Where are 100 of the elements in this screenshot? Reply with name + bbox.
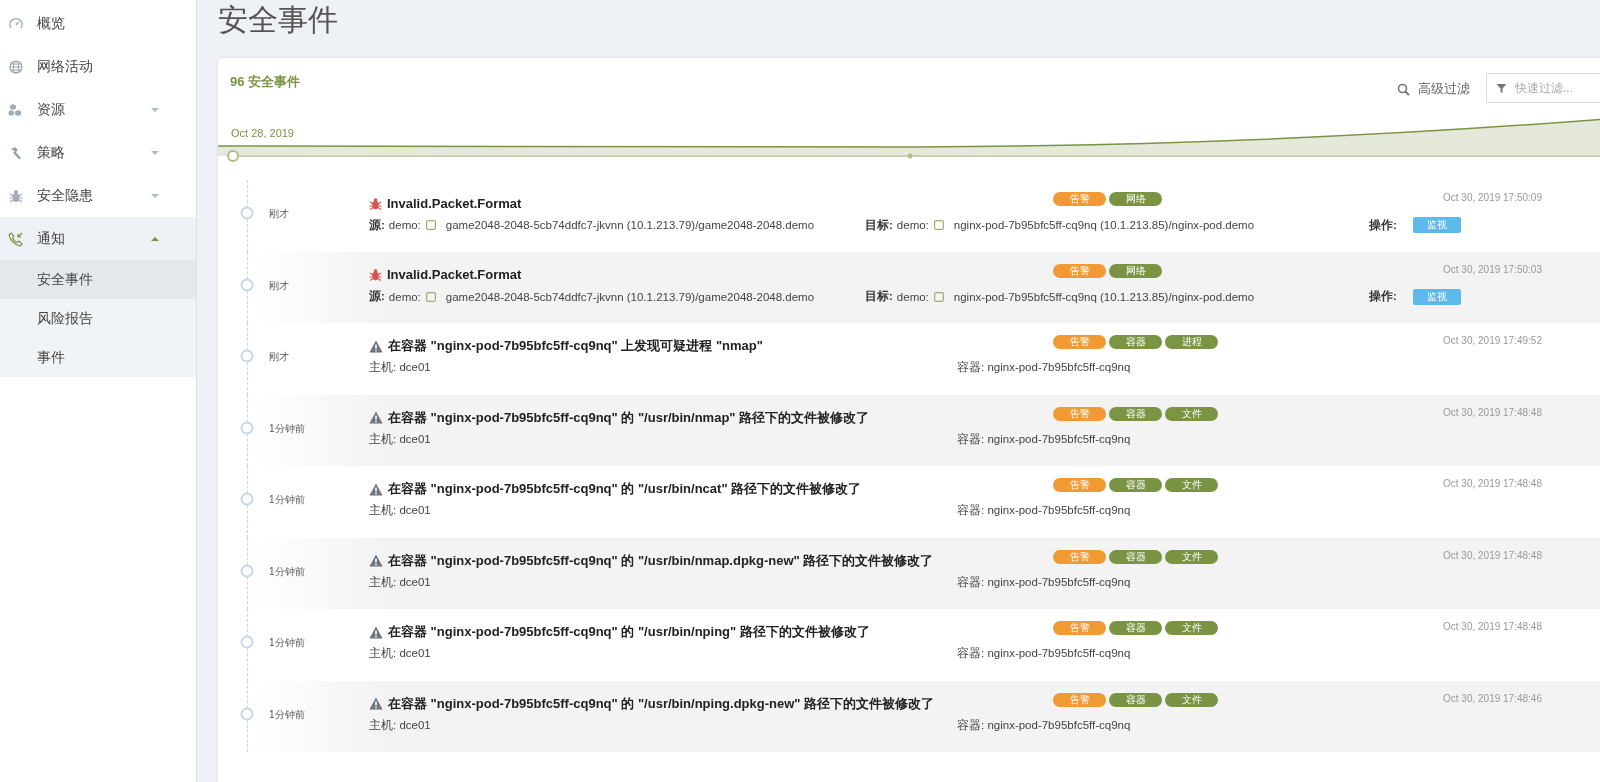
timeline-dot — [240, 706, 254, 721]
timeline-dot — [240, 635, 254, 649]
event-title: 在容器 "nginx-pod-7b95bfc5ff-cq9nq" 的 "/usr/bin/nmap" 路径下的文件被修改了 — [388, 408, 870, 427]
source-value: game2048-2048-5cb74ddfc7-jkvnn (10.1.213.79)/game2048-2048.demo — [445, 290, 815, 303]
bug-icon — [8, 187, 24, 204]
cubes-icon — [8, 101, 24, 118]
tag: 网络 — [1109, 263, 1162, 278]
nav-item[interactable]: 策略 — [0, 131, 196, 174]
namespace-label: demo: — [896, 290, 929, 303]
nav-item[interactable]: 通知 — [0, 217, 196, 260]
caret-icon — [150, 148, 160, 157]
namespace-label: demo: — [388, 290, 421, 303]
tag: 容器 — [1109, 621, 1162, 635]
target-label: 目标: — [865, 289, 893, 304]
event-title: 在容器 "nginx-pod-7b95bfc5ff-cq9nq" 的 "/usr/bin/ncat" 路径下的文件被修改了 — [388, 480, 862, 498]
target-label: 目标: — [865, 217, 893, 233]
tag: 文件 — [1165, 406, 1218, 421]
timeline-dot — [240, 563, 254, 578]
target-value: nginx-pod-7b95bfc5ff-cq9nq (10.1.213.85)/nginx-pod.demo — [953, 290, 1255, 303]
time-ago: 1分钟前 — [269, 564, 306, 579]
caret-icon — [150, 105, 160, 114]
tag: 告警 — [1053, 192, 1106, 206]
namespace-label: demo: — [896, 219, 929, 231]
warning-icon — [369, 339, 383, 353]
time-ago: 1分钟前 — [269, 707, 306, 722]
warning-icon — [369, 625, 383, 639]
timestamp: Oct 30, 2019 17:50:03 — [1443, 263, 1542, 277]
tag: 网络 — [1109, 192, 1162, 206]
advanced-filter-link[interactable]: 高级过滤 — [1397, 80, 1470, 98]
host-info: 主机: dce01 — [369, 360, 432, 375]
tag: 文件 — [1165, 549, 1218, 564]
timeline-dot — [240, 420, 254, 435]
caret-icon — [150, 234, 160, 243]
time-ago: 刚才 — [269, 350, 290, 364]
time-ago: 1分钟前 — [269, 636, 306, 650]
tag: 告警 — [1053, 478, 1106, 492]
host-info: 主机: dce01 — [369, 574, 432, 590]
submenu-item[interactable]: 风险报告 — [0, 299, 196, 338]
target-value: nginx-pod-7b95bfc5ff-cq9nq (10.1.213.85)/nginx-pod.demo — [953, 219, 1255, 231]
tag: 告警 — [1053, 406, 1106, 421]
container-info: 容器: nginx-pod-7b95bfc5ff-cq9nq — [957, 503, 1131, 518]
timeline-dot — [240, 277, 254, 292]
tag: 告警 — [1053, 263, 1106, 278]
host-info: 主机: dce01 — [369, 646, 432, 661]
nav-item[interactable]: 资源 — [0, 88, 196, 131]
warning-icon — [369, 554, 383, 567]
container-info: 容器: nginx-pod-7b95bfc5ff-cq9nq — [957, 431, 1131, 447]
event-title: 在容器 "nginx-pod-7b95bfc5ff-cq9nq" 的 "/usr/bin/nping.dpkg-new" 路径下的文件被修改了 — [388, 694, 935, 713]
timeline-dot — [240, 492, 254, 506]
action-label: 操作: — [1369, 289, 1397, 304]
nav-item[interactable]: 网络活动 — [0, 45, 196, 88]
submenu-item[interactable]: 安全事件 — [0, 260, 196, 299]
quick-filter-field[interactable]: 快速过滤... — [1486, 73, 1600, 103]
event-title: 在容器 "nginx-pod-7b95bfc5ff-cq9nq" 的 "/usr/bin/nmap.dpkg-new" 路径下的文件被修改了 — [388, 551, 934, 570]
pod-icon — [933, 220, 944, 230]
event-title: Invalid.Packet.Format — [387, 195, 522, 211]
tag: 容器 — [1109, 692, 1162, 707]
warning-icon — [369, 411, 383, 424]
pod-icon — [933, 291, 944, 302]
event-title: 在容器 "nginx-pod-7b95bfc5ff-cq9nq" 上发现可疑进程 "nmap" — [388, 337, 763, 355]
tag: 容器 — [1109, 406, 1162, 421]
tag: 告警 — [1053, 692, 1106, 707]
tag: 进程 — [1165, 335, 1218, 349]
page-title: 安全事件 — [218, 2, 339, 38]
event-count-title: 96 安全事件 — [230, 73, 301, 91]
timestamp: Oct 30, 2019 17:48:46 — [1443, 692, 1542, 706]
search-icon — [1397, 82, 1410, 96]
source-value: game2048-2048-5cb74ddfc7-jkvnn (10.1.213.79)/game2048-2048.demo — [445, 219, 815, 231]
pod-icon — [425, 220, 436, 230]
tag: 容器 — [1109, 549, 1162, 564]
globe-icon — [8, 58, 24, 75]
source-label: 源: — [369, 217, 385, 233]
nav-item[interactable]: 安全隐患 — [0, 174, 196, 217]
submenu-item[interactable]: 事件 — [0, 338, 196, 377]
action-label: 操作: — [1369, 217, 1397, 233]
bug-icon — [369, 268, 382, 281]
timestamp: Oct 30, 2019 17:50:09 — [1443, 192, 1542, 205]
tag: 告警 — [1053, 335, 1106, 349]
bug-icon — [369, 196, 382, 210]
warning-icon — [369, 482, 383, 496]
tag: 文件 — [1165, 692, 1218, 707]
host-info: 主机: dce01 — [369, 717, 432, 733]
container-info: 容器: nginx-pod-7b95bfc5ff-cq9nq — [957, 717, 1131, 733]
container-info: 容器: nginx-pod-7b95bfc5ff-cq9nq — [957, 574, 1131, 590]
host-info: 主机: dce01 — [369, 503, 432, 518]
tag: 容器 — [1109, 478, 1162, 492]
container-info: 容器: nginx-pod-7b95bfc5ff-cq9nq — [957, 360, 1131, 375]
source-label: 源: — [369, 289, 385, 304]
time-ago: 1分钟前 — [269, 421, 306, 436]
time-ago: 刚才 — [269, 207, 290, 221]
caret-icon — [150, 191, 160, 200]
timeline-dot — [240, 206, 254, 220]
tag: 告警 — [1053, 549, 1106, 564]
warning-icon — [369, 697, 383, 710]
nav-item[interactable]: 概览 — [0, 2, 196, 45]
timestamp: Oct 30, 2019 17:48:48 — [1443, 549, 1542, 563]
event-title: 在容器 "nginx-pod-7b95bfc5ff-cq9nq" 的 "/usr/bin/nping" 路径下的文件被修改了 — [388, 623, 870, 641]
container-info: 容器: nginx-pod-7b95bfc5ff-cq9nq — [957, 646, 1131, 661]
timeline-dot — [240, 349, 254, 363]
time-ago: 刚才 — [269, 278, 290, 293]
